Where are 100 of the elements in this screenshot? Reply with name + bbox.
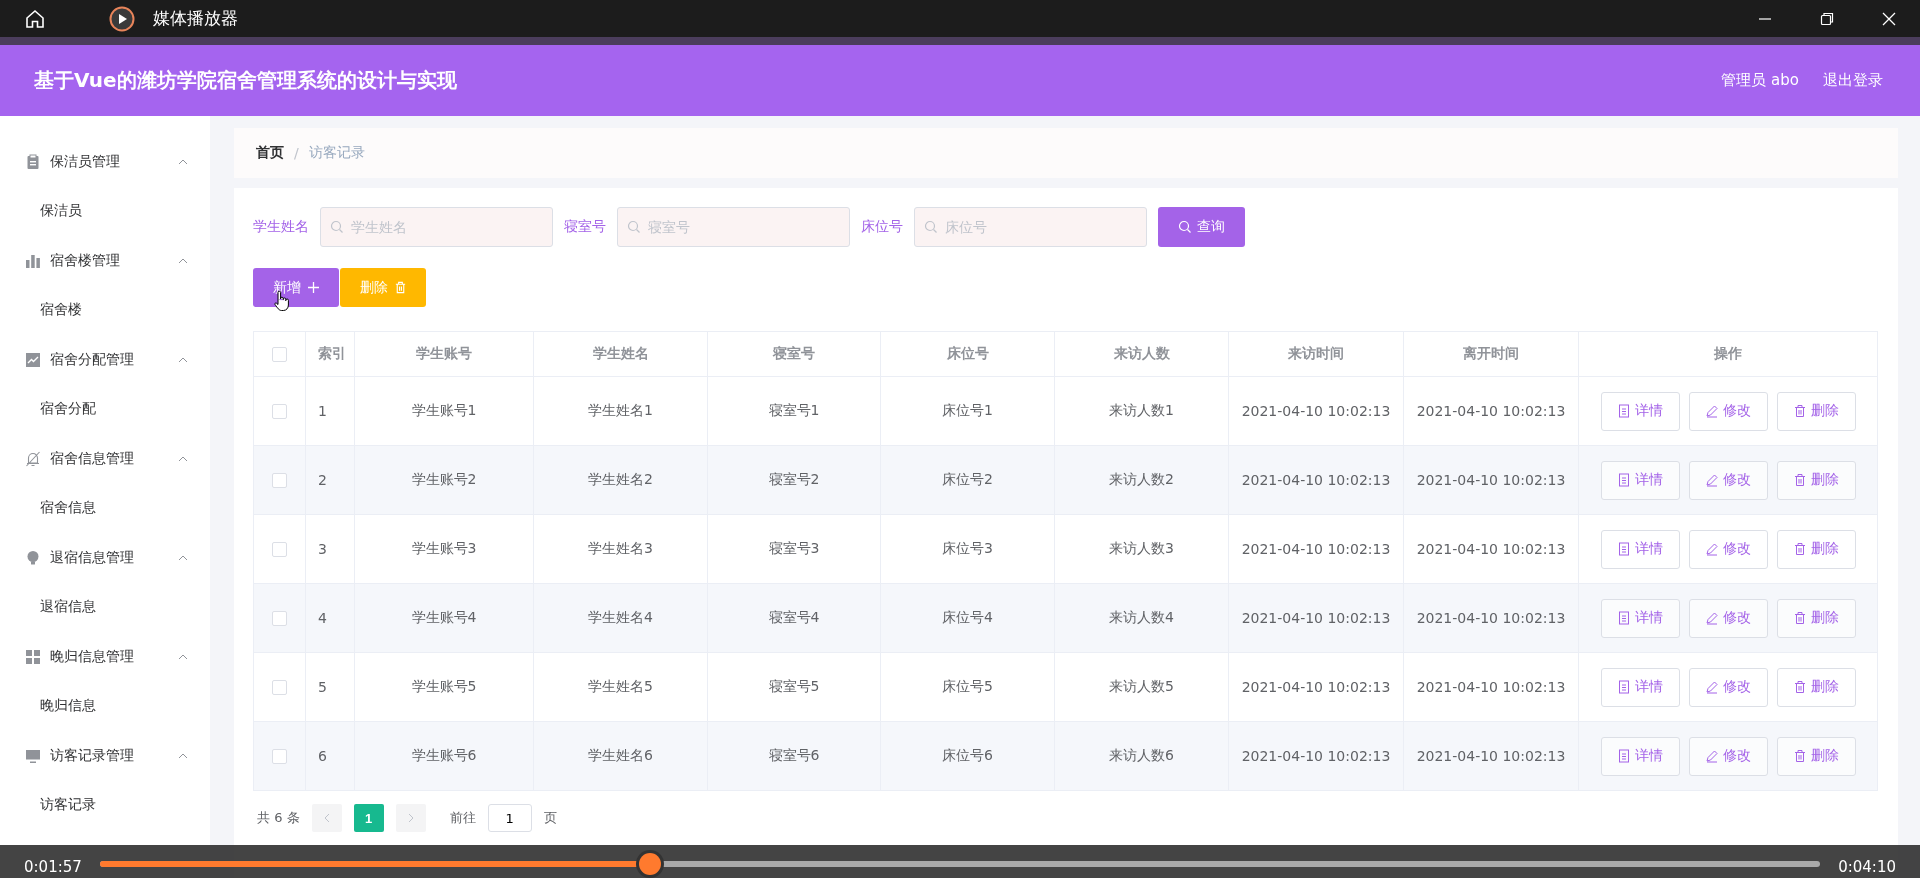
trash-icon bbox=[1793, 404, 1807, 418]
bulb-icon bbox=[25, 549, 41, 566]
edit-button[interactable]: 修改 bbox=[1688, 598, 1768, 638]
delete-button[interactable]: 删除 bbox=[1776, 598, 1856, 638]
search-field[interactable]: 寝室号 bbox=[617, 207, 850, 247]
search-button[interactable]: 查询 bbox=[1158, 207, 1245, 247]
detail-button[interactable]: 详情 bbox=[1600, 598, 1680, 638]
close-icon[interactable] bbox=[1881, 10, 1897, 27]
trend-icon bbox=[25, 351, 41, 368]
table-cell: 学生姓名3 bbox=[533, 514, 708, 584]
total-time: 0:04:10 bbox=[1838, 858, 1896, 876]
row-checkbox[interactable] bbox=[272, 542, 287, 558]
delete-button[interactable]: 删除 bbox=[1776, 529, 1856, 569]
detail-button[interactable]: 详情 bbox=[1600, 667, 1680, 707]
table-cell: 寝室号4 bbox=[707, 583, 881, 653]
column-header: 来访人数 bbox=[1054, 331, 1229, 377]
menu-item[interactable]: 宿舍信息 bbox=[0, 484, 210, 532]
menu-group[interactable]: 退宿信息管理 bbox=[0, 532, 210, 583]
table-cell: 床位号5 bbox=[880, 652, 1055, 722]
progress-slider[interactable] bbox=[99, 850, 1821, 878]
table-cell: 2021-04-10 10:02:13 bbox=[1228, 445, 1404, 515]
table-cell: 床位号6 bbox=[880, 721, 1055, 791]
menu-item[interactable]: 访客记录 bbox=[0, 781, 210, 829]
table-cell: 学生账号1 bbox=[354, 376, 534, 446]
column-header: 床位号 bbox=[880, 331, 1055, 377]
menu-item[interactable]: 宿舍楼 bbox=[0, 286, 210, 334]
table-cell: 1 bbox=[305, 376, 355, 446]
window-title: 媒体播放器 bbox=[153, 7, 238, 30]
detail-button[interactable]: 详情 bbox=[1600, 460, 1680, 500]
column-header: 学生姓名 bbox=[533, 331, 708, 377]
logout-link[interactable]: 退出登录 bbox=[1823, 71, 1883, 90]
detail-button[interactable]: 详情 bbox=[1600, 391, 1680, 431]
clipboard-icon bbox=[25, 153, 41, 170]
document-icon bbox=[1617, 473, 1631, 487]
row-checkbox[interactable] bbox=[272, 611, 287, 627]
table-cell: 寝室号2 bbox=[707, 445, 881, 515]
menu-group[interactable]: 宿舍分配管理 bbox=[0, 334, 210, 385]
row-checkbox[interactable] bbox=[272, 404, 287, 420]
menu-group-label: 宿舍楼管理 bbox=[50, 251, 120, 270]
table-cell: 学生账号2 bbox=[354, 445, 534, 515]
goto-label: 前往 bbox=[449, 809, 476, 827]
pencil-icon bbox=[1705, 473, 1719, 487]
menu-group[interactable]: 晚归信息管理 bbox=[0, 631, 210, 682]
table-cell: 学生姓名4 bbox=[533, 583, 708, 653]
field-label: 寝室号 bbox=[564, 218, 606, 236]
column-header: 索引 bbox=[305, 331, 355, 377]
menu-group[interactable]: 保洁员管理 bbox=[0, 136, 210, 187]
search-icon bbox=[330, 220, 344, 234]
separator: / bbox=[294, 145, 299, 161]
pencil-icon bbox=[1705, 611, 1719, 625]
table-cell: 学生姓名6 bbox=[533, 721, 708, 791]
menu-item[interactable]: 保洁员 bbox=[0, 187, 210, 235]
page-button[interactable]: 1 bbox=[353, 804, 384, 832]
menu-item[interactable]: 宿舍分配 bbox=[0, 385, 210, 433]
menu-group-label: 宿舍信息管理 bbox=[50, 449, 134, 468]
table-cell: 学生姓名5 bbox=[533, 652, 708, 722]
trash-icon bbox=[1793, 473, 1807, 487]
field-label: 床位号 bbox=[861, 218, 903, 236]
search-field[interactable]: 床位号 bbox=[914, 207, 1147, 247]
edit-button[interactable]: 修改 bbox=[1688, 736, 1768, 776]
detail-button[interactable]: 详情 bbox=[1600, 529, 1680, 569]
menu-group[interactable]: 访客记录管理 bbox=[0, 730, 210, 781]
menu-group[interactable]: 宿舍信息管理 bbox=[0, 433, 210, 484]
delete-button[interactable]: 删除 bbox=[1776, 391, 1856, 431]
delete-button[interactable]: 删除 bbox=[1776, 460, 1856, 500]
menu-group-label: 退宿信息管理 bbox=[50, 548, 134, 567]
user-name: 管理员 abo bbox=[1721, 71, 1799, 90]
edit-button[interactable]: 修改 bbox=[1688, 529, 1768, 569]
breadcrumb-item[interactable]: 首页 bbox=[256, 144, 284, 162]
home-icon[interactable] bbox=[24, 7, 46, 30]
edit-button[interactable]: 修改 bbox=[1688, 460, 1768, 500]
table-cell: 床位号4 bbox=[880, 583, 1055, 653]
breadcrumb-item[interactable]: 访客记录 bbox=[308, 144, 365, 162]
add-button[interactable]: 新增 bbox=[253, 268, 339, 307]
page-input[interactable]: 1 bbox=[487, 804, 532, 832]
select-all-checkbox[interactable] bbox=[272, 347, 287, 363]
table-cell: 寝室号1 bbox=[707, 376, 881, 446]
row-checkbox[interactable] bbox=[272, 473, 287, 489]
elapsed-time: 0:01:57 bbox=[24, 858, 82, 876]
table-cell: 2021-04-10 10:02:13 bbox=[1228, 652, 1404, 722]
slider-thumb[interactable] bbox=[639, 853, 662, 875]
table-cell: 2021-04-10 10:02:13 bbox=[1403, 514, 1579, 584]
table-cell: 来访人数2 bbox=[1054, 445, 1229, 515]
detail-button[interactable]: 详情 bbox=[1600, 736, 1680, 776]
table-cell: 来访人数4 bbox=[1054, 583, 1229, 653]
menu-group[interactable]: 宿舍楼管理 bbox=[0, 235, 210, 286]
delete-button[interactable]: 删除 bbox=[1776, 736, 1856, 776]
table-cell: 2 bbox=[305, 445, 355, 515]
row-checkbox[interactable] bbox=[272, 680, 287, 696]
search-field[interactable]: 学生姓名 bbox=[320, 207, 553, 247]
table-cell: 寝室号3 bbox=[707, 514, 881, 584]
edit-button[interactable]: 修改 bbox=[1688, 391, 1768, 431]
search-icon bbox=[924, 220, 938, 234]
delete-button[interactable]: 删除 bbox=[1776, 667, 1856, 707]
edit-button[interactable]: 修改 bbox=[1688, 667, 1768, 707]
row-checkbox[interactable] bbox=[272, 749, 287, 765]
table-cell: 学生账号5 bbox=[354, 652, 534, 722]
menu-item[interactable]: 晚归信息 bbox=[0, 682, 210, 730]
restore-icon[interactable] bbox=[1819, 10, 1835, 27]
menu-item[interactable]: 退宿信息 bbox=[0, 583, 210, 631]
